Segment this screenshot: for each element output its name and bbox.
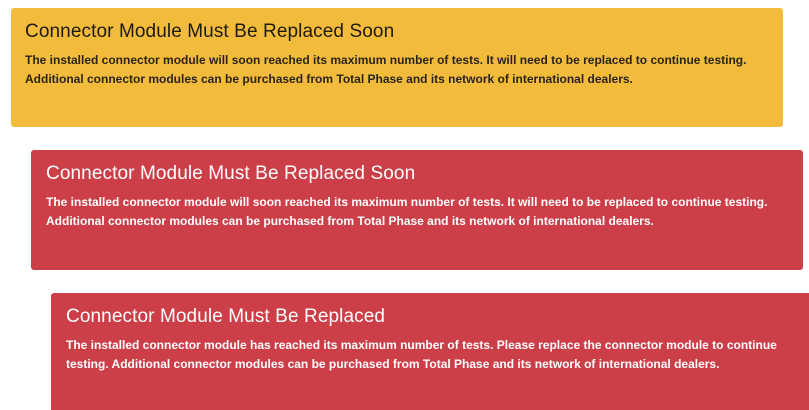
danger-alert-must-replace: Connector Module Must Be Replaced The in… bbox=[51, 293, 809, 410]
alert-title: Connector Module Must Be Replaced Soon bbox=[25, 21, 395, 42]
alert-message: The installed connector module has reach… bbox=[66, 338, 777, 371]
alert-message: The installed connector module will soon… bbox=[25, 53, 747, 86]
alert-message: The installed connector module will soon… bbox=[46, 195, 768, 228]
danger-alert-replace-soon: Connector Module Must Be Replaced Soon T… bbox=[31, 150, 803, 270]
alert-title: Connector Module Must Be Replaced Soon bbox=[46, 163, 416, 184]
alert-title: Connector Module Must Be Replaced bbox=[66, 306, 386, 327]
warning-alert-replace-soon: Connector Module Must Be Replaced Soon T… bbox=[11, 8, 783, 127]
